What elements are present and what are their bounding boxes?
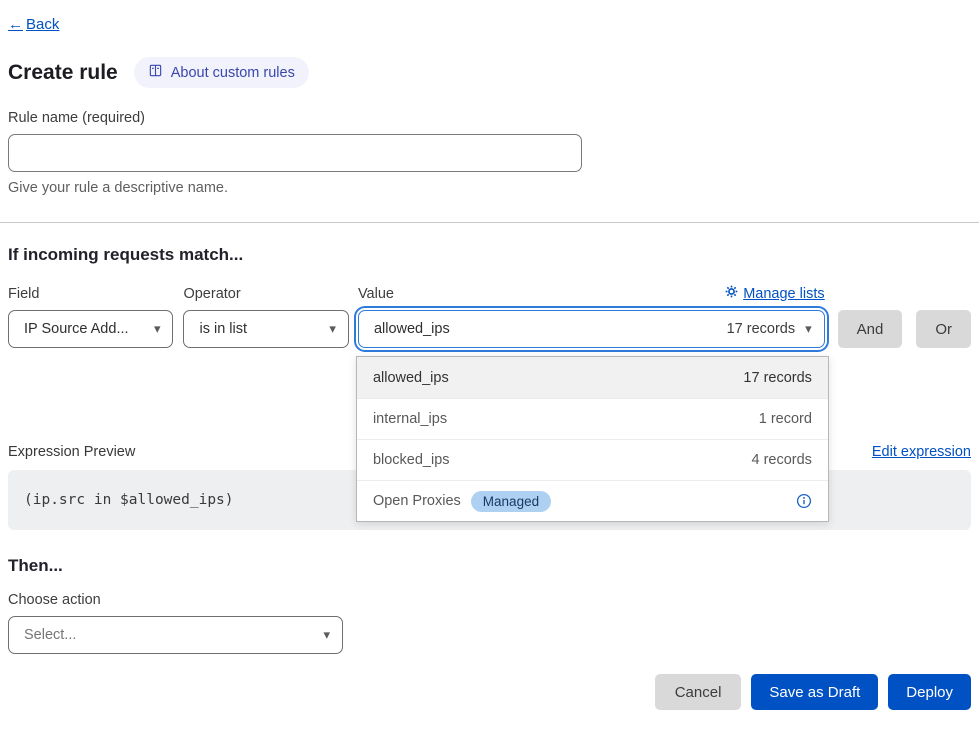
dropdown-item-blocked-ips[interactable]: blocked_ips 4 records <box>357 439 828 480</box>
about-custom-rules-label: About custom rules <box>171 65 295 81</box>
chevron-down-icon: ▾ <box>323 627 330 643</box>
edit-expression-link[interactable]: Edit expression <box>872 444 971 460</box>
match-controls-row: Field IP Source Add... ▾ Operator is in … <box>8 285 971 348</box>
dropdown-item-open-proxies[interactable]: Open Proxies Managed <box>357 480 828 521</box>
chevron-down-icon: ▾ <box>329 321 336 337</box>
action-select[interactable]: Select... ▾ <box>8 616 343 654</box>
list-item-name-wrap: Open Proxies Managed <box>373 491 551 512</box>
cancel-button[interactable]: Cancel <box>655 674 742 710</box>
section-divider <box>0 222 979 223</box>
page-title: Create rule <box>8 61 118 85</box>
value-label-row: Value <box>358 285 825 302</box>
manage-lists-link[interactable]: Manage lists <box>725 285 824 302</box>
operator-label: Operator <box>183 286 348 302</box>
field-select-value: IP Source Add... <box>24 321 129 337</box>
managed-badge: Managed <box>471 491 551 512</box>
save-as-draft-button[interactable]: Save as Draft <box>751 674 878 710</box>
choose-action-label: Choose action <box>8 592 971 608</box>
value-select-value: allowed_ips <box>374 321 450 337</box>
expression-preview-label: Expression Preview <box>8 444 135 460</box>
operator-column: Operator is in list ▾ <box>183 286 348 348</box>
back-link[interactable]: ←Back <box>8 16 59 33</box>
deploy-button[interactable]: Deploy <box>888 674 971 710</box>
operator-select[interactable]: is in list ▾ <box>183 310 348 348</box>
gear-icon <box>725 285 738 302</box>
choose-action-block: Choose action Select... ▾ <box>8 592 971 654</box>
list-item-meta: 4 records <box>751 452 811 468</box>
list-item-name: internal_ips <box>373 411 447 427</box>
chevron-down-icon: ▾ <box>154 321 161 337</box>
and-button[interactable]: And <box>838 310 903 348</box>
rule-name-block: Rule name (required) Give your rule a de… <box>8 110 971 196</box>
operator-select-value: is in list <box>199 321 247 337</box>
about-custom-rules-link[interactable]: About custom rules <box>134 57 309 88</box>
rule-name-input[interactable] <box>8 134 582 172</box>
rule-name-helper: Give your rule a descriptive name. <box>8 180 971 196</box>
expression-code: (ip.src in $allowed_ips) <box>24 492 234 508</box>
rule-name-label: Rule name (required) <box>8 110 971 126</box>
value-select[interactable]: allowed_ips 17 records ▾ <box>358 310 825 348</box>
list-item-meta: 1 record <box>759 411 812 427</box>
and-or-buttons: And Or <box>838 310 971 348</box>
list-item-name: blocked_ips <box>373 452 450 468</box>
chevron-down-icon: ▾ <box>805 321 812 337</box>
manage-lists-label: Manage lists <box>743 286 824 302</box>
back-row: ←Back <box>8 16 971 33</box>
value-label: Value <box>358 286 394 302</box>
dropdown-item-allowed-ips[interactable]: allowed_ips 17 records <box>357 357 828 398</box>
dropdown-item-internal-ips[interactable]: internal_ips 1 record <box>357 398 828 439</box>
title-row: Create rule About custom rules <box>8 57 971 88</box>
create-rule-page: ←Back Create rule About custom rules Rul… <box>0 0 979 710</box>
footer-actions: Cancel Save as Draft Deploy <box>8 674 971 710</box>
value-select-meta: 17 records <box>727 321 796 337</box>
field-select[interactable]: IP Source Add... ▾ <box>8 310 173 348</box>
back-arrow-icon: ← <box>8 16 23 33</box>
back-label: Back <box>26 16 59 33</box>
or-button[interactable]: Or <box>916 310 971 348</box>
value-column: Value <box>358 285 825 348</box>
then-heading: Then... <box>8 556 971 576</box>
match-section-heading: If incoming requests match... <box>8 245 971 265</box>
value-dropdown-menu: allowed_ips 17 records internal_ips 1 re… <box>356 356 829 522</box>
field-column: Field IP Source Add... ▾ <box>8 286 173 348</box>
then-section: Then... Choose action Select... ▾ <box>8 556 971 654</box>
list-item-meta: 17 records <box>743 370 812 386</box>
value-select-right: 17 records ▾ <box>727 321 812 337</box>
list-item-name: Open Proxies <box>373 493 461 509</box>
field-label: Field <box>8 286 173 302</box>
list-item-name: allowed_ips <box>373 370 449 386</box>
action-select-placeholder: Select... <box>24 627 76 643</box>
info-icon[interactable] <box>796 493 812 509</box>
book-icon <box>148 63 163 82</box>
